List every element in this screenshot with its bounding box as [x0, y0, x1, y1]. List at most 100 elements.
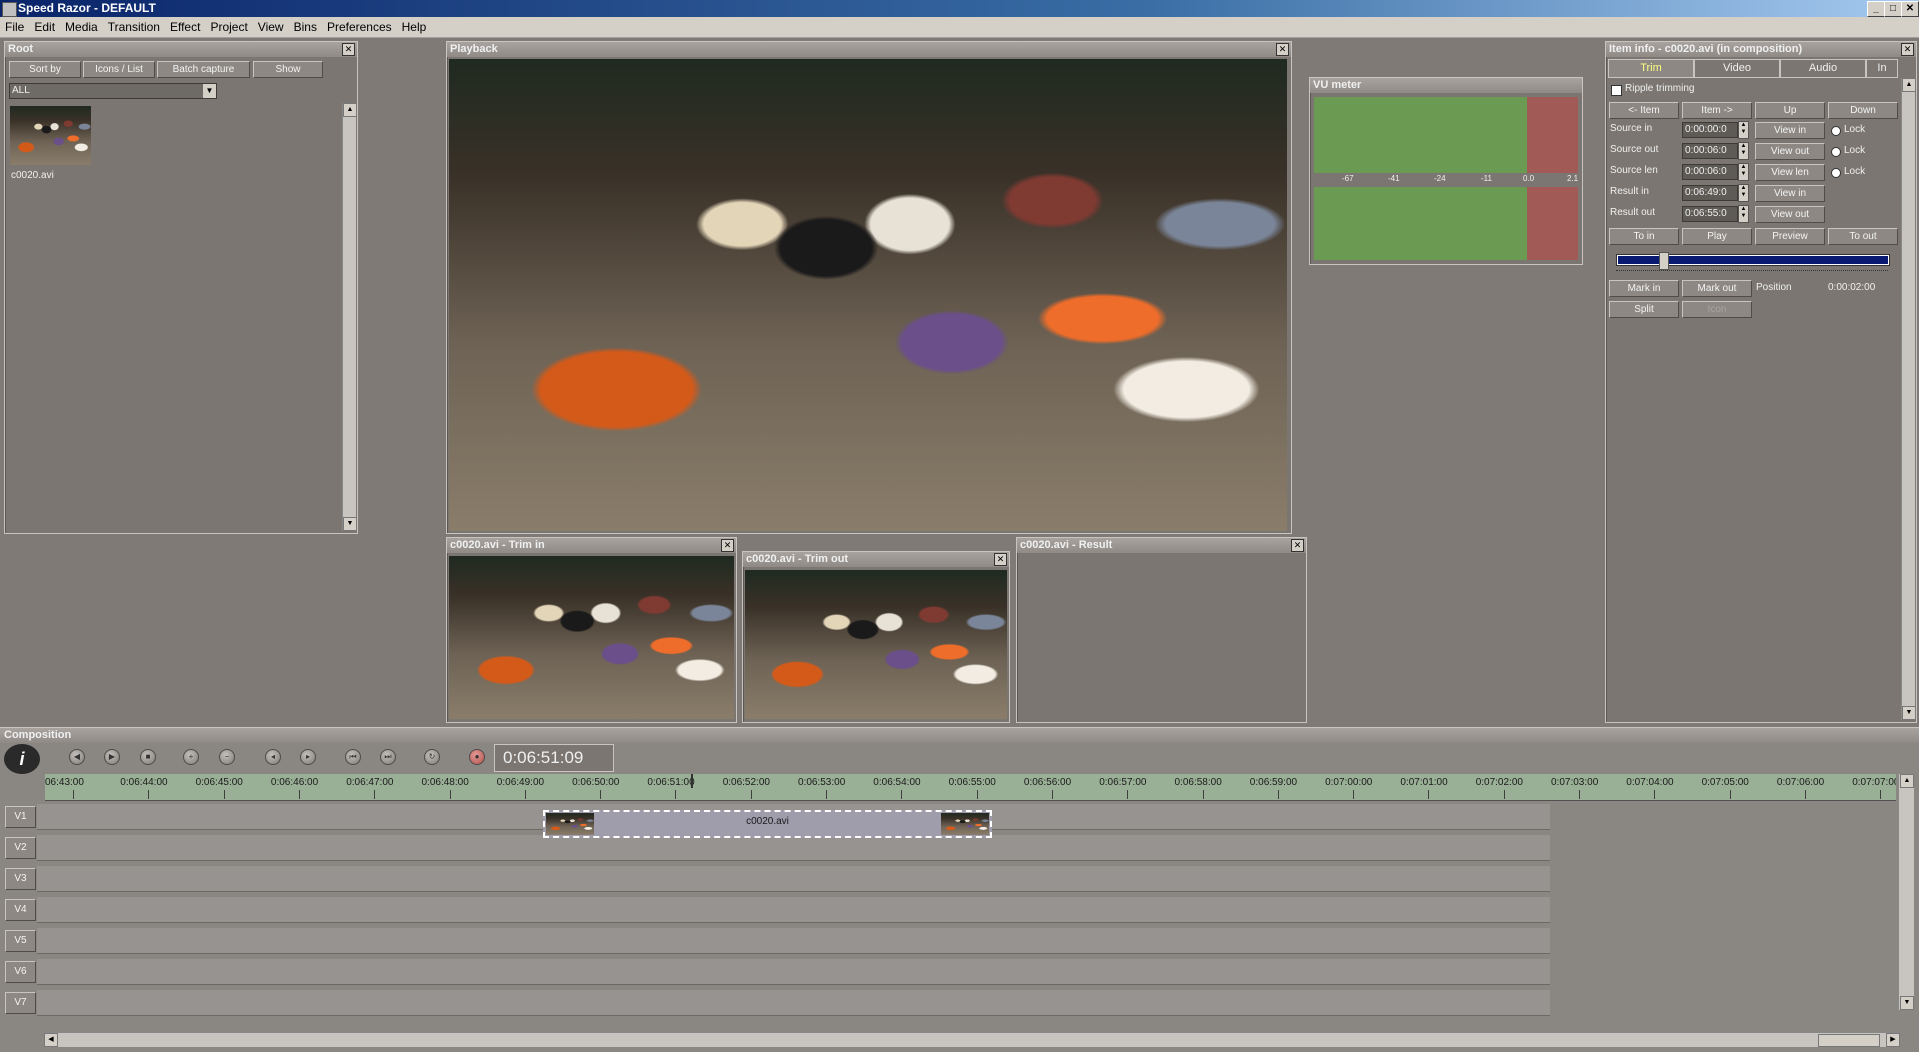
scroll-down-icon[interactable]: ▼	[343, 517, 357, 531]
tab-audio[interactable]: Audio	[1780, 59, 1866, 78]
view-in-button[interactable]: View in	[1755, 122, 1825, 139]
ripple-checkbox[interactable]	[1611, 85, 1622, 96]
tab-trim[interactable]: Trim	[1608, 59, 1694, 78]
show-button[interactable]: Show	[253, 61, 323, 78]
play-button[interactable]: Play	[1682, 228, 1752, 245]
scroll-left-icon[interactable]: ◀	[44, 1033, 58, 1047]
preview-button[interactable]: Preview	[1755, 228, 1825, 245]
icons-list-button[interactable]: Icons / List	[83, 61, 155, 78]
timeline-ruler[interactable]: 06:43:00 0:06:44:00 0:06:45:00 0:06:46:00 0:…	[45, 774, 1896, 801]
view-result-out-button[interactable]: View out	[1755, 206, 1825, 223]
sort-by-button[interactable]: Sort by	[9, 61, 81, 78]
menu-view[interactable]: View	[253, 17, 289, 37]
split-button[interactable]: Split	[1609, 301, 1679, 318]
result-close-icon[interactable]: ✕	[1291, 539, 1304, 552]
track-label-v4[interactable]: V4	[5, 899, 36, 921]
result-out-field[interactable]: 0:06:55:0	[1682, 206, 1738, 222]
stop-icon[interactable]: ■	[140, 749, 156, 765]
go-start-icon[interactable]: ⏮	[345, 749, 361, 765]
prev-item-button[interactable]: <- Item	[1609, 102, 1679, 119]
menu-transition[interactable]: Transition	[103, 17, 165, 37]
scroll-up-icon[interactable]: ▲	[1902, 78, 1916, 92]
record-icon[interactable]: ●	[469, 749, 485, 765]
rewind-icon[interactable]: ◀	[69, 749, 85, 765]
menu-help[interactable]: Help	[397, 17, 432, 37]
view-result-in-button[interactable]: View in	[1755, 185, 1825, 202]
next-item-button[interactable]: Item ->	[1682, 102, 1752, 119]
minimize-button[interactable]: _	[1867, 1, 1885, 17]
track-label-v3[interactable]: V3	[5, 868, 36, 890]
chevron-down-icon[interactable]: ▼	[203, 84, 216, 98]
go-end-icon[interactable]: ⏭	[380, 749, 396, 765]
menu-file[interactable]: File	[0, 17, 29, 37]
playback-close-icon[interactable]: ✕	[1276, 43, 1289, 56]
root-close-icon[interactable]: ✕	[342, 43, 355, 56]
menu-preferences[interactable]: Preferences	[322, 17, 397, 37]
trim-slider[interactable]	[1616, 252, 1890, 270]
play-icon[interactable]: ▶	[104, 749, 120, 765]
lock-source-len-radio[interactable]	[1831, 168, 1841, 178]
track-row-v3[interactable]	[37, 866, 1550, 892]
playhead-marker[interactable]	[691, 774, 693, 788]
lock-source-out-radio[interactable]	[1831, 147, 1841, 157]
bin-filter-select[interactable]: ALL ▼	[9, 83, 217, 99]
playback-video[interactable]	[449, 59, 1287, 531]
next-frame-icon[interactable]: ▸	[300, 749, 316, 765]
composition-vertical-scrollbar[interactable]: ▲ ▼	[1898, 774, 1914, 1010]
source-in-field[interactable]: 0:00:00:0	[1682, 122, 1738, 138]
timeline-clip[interactable]: c0020.avi	[543, 810, 992, 838]
loop-icon[interactable]: ↻	[424, 749, 440, 765]
track-row-v7[interactable]	[37, 990, 1550, 1016]
result-out-spinner[interactable]: ▲ ▼	[1738, 205, 1749, 223]
source-len-spinner[interactable]: ▲ ▼	[1738, 163, 1749, 181]
source-out-spinner[interactable]: ▲ ▼	[1738, 142, 1749, 160]
menu-project[interactable]: Project	[205, 17, 252, 37]
prev-frame-icon[interactable]: ◂	[265, 749, 281, 765]
clip-thumbnail[interactable]	[10, 106, 91, 165]
zoom-in-icon[interactable]: +	[183, 749, 199, 765]
down-button[interactable]: Down	[1828, 102, 1898, 119]
scroll-right-icon[interactable]: ▶	[1886, 1033, 1900, 1047]
horizontal-scroll-thumb[interactable]	[1818, 1034, 1880, 1047]
close-button[interactable]: ✕	[1901, 1, 1919, 17]
menu-effect[interactable]: Effect	[165, 17, 205, 37]
track-label-v1[interactable]: V1	[5, 806, 36, 828]
result-in-field[interactable]: 0:06:49:0	[1682, 185, 1738, 201]
result-in-spinner[interactable]: ▲ ▼	[1738, 184, 1749, 202]
to-out-button[interactable]: To out	[1828, 228, 1898, 245]
composition-horizontal-scrollbar[interactable]: ◀ ▶	[44, 1032, 1900, 1047]
icon-button[interactable]: Icon	[1682, 301, 1752, 318]
mark-out-button[interactable]: Mark out	[1682, 280, 1752, 297]
menu-edit[interactable]: Edit	[29, 17, 60, 37]
track-row-v6[interactable]	[37, 959, 1550, 985]
item-info-close-icon[interactable]: ✕	[1901, 43, 1914, 56]
scroll-down-icon[interactable]: ▼	[1900, 996, 1914, 1010]
trim-out-video[interactable]	[745, 570, 1007, 719]
mark-in-button[interactable]: Mark in	[1609, 280, 1679, 297]
view-len-button[interactable]: View len	[1755, 164, 1825, 181]
track-label-v5[interactable]: V5	[5, 930, 36, 952]
track-label-v6[interactable]: V6	[5, 961, 36, 983]
track-row-v5[interactable]	[37, 928, 1550, 954]
scroll-up-icon[interactable]: ▲	[343, 103, 357, 117]
menu-media[interactable]: Media	[60, 17, 103, 37]
up-button[interactable]: Up	[1755, 102, 1825, 119]
tab-in[interactable]: In	[1866, 59, 1898, 78]
batch-capture-button[interactable]: Batch capture	[157, 61, 250, 78]
root-vertical-scrollbar[interactable]: ▲ ▼	[342, 103, 357, 531]
trim-slider-thumb[interactable]	[1658, 252, 1669, 270]
track-label-v7[interactable]: V7	[5, 992, 36, 1014]
maximize-button[interactable]: □	[1884, 1, 1902, 17]
item-info-scrollbar[interactable]: ▲ ▼	[1901, 78, 1916, 720]
trim-in-close-icon[interactable]: ✕	[721, 539, 734, 552]
trim-out-close-icon[interactable]: ✕	[994, 553, 1007, 566]
scroll-up-icon[interactable]: ▲	[1900, 774, 1914, 788]
track-label-v2[interactable]: V2	[5, 837, 36, 859]
menu-bins[interactable]: Bins	[289, 17, 322, 37]
scroll-down-icon[interactable]: ▼	[1902, 706, 1916, 720]
zoom-out-icon[interactable]: −	[219, 749, 235, 765]
to-in-button[interactable]: To in	[1609, 228, 1679, 245]
source-in-spinner[interactable]: ▲ ▼	[1738, 121, 1749, 139]
source-len-field[interactable]: 0:00:06:0	[1682, 164, 1738, 180]
lock-source-in-radio[interactable]	[1831, 126, 1841, 136]
